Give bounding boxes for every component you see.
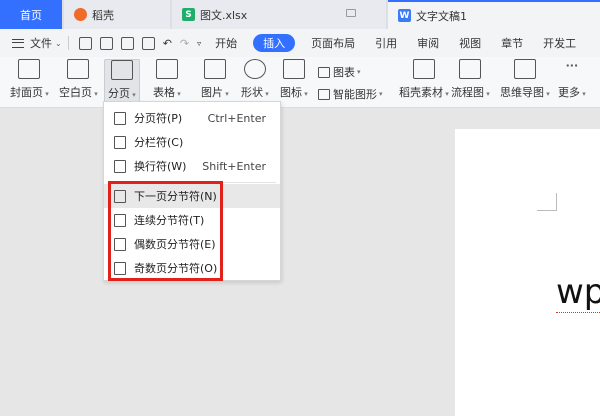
save-icon[interactable] (78, 36, 92, 50)
margin-corner-mark (537, 193, 557, 211)
menu-item-label: 换行符(W) (134, 160, 187, 173)
chevron-down-icon[interactable]: ⌄ (55, 29, 62, 57)
chart-icon (318, 66, 330, 78)
page-break-icon (110, 60, 133, 80)
tab-chapter[interactable]: 章节 (491, 29, 533, 57)
smart-graphic-button[interactable]: 智能图形 ▾ (318, 86, 383, 102)
cover-page-label: 封面页 (10, 84, 49, 100)
cover-page-button[interactable]: 封面页 (10, 59, 49, 100)
tab-review[interactable]: 审阅 (407, 29, 449, 57)
tab-xlsx[interactable]: S 图文.xlsx (172, 0, 386, 29)
tab-document[interactable]: W 文字文稿1 (388, 0, 600, 29)
menu-item-label: 分栏符(C) (134, 136, 184, 149)
line-break-icon (114, 159, 126, 173)
monitor-icon[interactable] (346, 9, 356, 17)
menu-bar: 文件 ⌄ ↶ ↷ ▿ 开始 插入 页面布局 引用 审阅 视图 章节 开发工 (0, 29, 600, 57)
document-text[interactable]: wp (556, 272, 600, 312)
blank-page-icon (67, 59, 90, 79)
picture-icon (203, 59, 226, 79)
menu-item-column-break[interactable]: 分栏符(C) (104, 130, 280, 154)
menu-item-shortcut: Ctrl+Enter (207, 111, 266, 125)
more-dots-icon: ··· (565, 59, 579, 72)
tab-home[interactable]: 首页 (0, 0, 62, 29)
redo-icon[interactable]: ↷ (180, 29, 189, 57)
menu-item-line-break[interactable]: 换行符(W) Shift+Enter (104, 154, 280, 178)
print-preview-icon[interactable] (141, 36, 155, 50)
page-break-button[interactable]: 分页 (104, 59, 140, 104)
tab-bar: 首页 稻壳 S 图文.xlsx W 文字文稿1 (0, 0, 600, 29)
daoke-material-label: 稻壳素材 (399, 84, 449, 100)
tab-developer[interactable]: 开发工 (533, 29, 586, 57)
flowchart-button[interactable]: 流程图 (451, 59, 490, 100)
undo-icon[interactable]: ↶ (163, 29, 172, 57)
menu-item-page-break[interactable]: 分页符(P) Ctrl+Enter (104, 106, 280, 130)
tab-start[interactable]: 开始 (205, 29, 247, 57)
menu-item-shortcut: Shift+Enter (202, 159, 266, 173)
flowchart-label: 流程图 (451, 84, 490, 100)
file-menu[interactable]: 文件 (30, 29, 52, 57)
shape-button[interactable]: 形状 (241, 59, 269, 100)
tab-insert[interactable]: 插入 (253, 34, 296, 52)
tab-document-label: 文字文稿1 (416, 9, 467, 23)
tab-page-layout[interactable]: 页面布局 (301, 29, 365, 57)
table-label: 表格 (153, 84, 181, 100)
shape-label: 形状 (241, 84, 269, 100)
more-chevron-icon[interactable]: ▿ (197, 29, 201, 57)
divider (67, 36, 69, 50)
highlight-box (108, 181, 223, 281)
tab-daoke-label: 稻壳 (92, 8, 114, 22)
menu-item-label: 分页符(P) (134, 112, 183, 125)
flowchart-icon (459, 59, 482, 79)
more-button[interactable]: ··· 更多 (558, 59, 586, 100)
tab-home-label: 首页 (20, 8, 42, 22)
table-button[interactable]: 表格 (153, 59, 181, 100)
blank-page-button[interactable]: 空白页 (59, 59, 98, 100)
tab-daoke[interactable]: 稻壳 (64, 0, 170, 29)
ribbon: 封面页 空白页 分页 表格 图片 形状 图标 图表▾ 智能图形▾ 稻壳素材 流程… (0, 57, 600, 108)
tab-reference[interactable]: 引用 (365, 29, 407, 57)
hamburger-icon[interactable] (12, 38, 24, 48)
format-painter-icon[interactable] (99, 36, 113, 50)
page-break-icon (114, 111, 126, 125)
icon-library-icon (282, 59, 305, 79)
spreadsheet-icon: S (182, 8, 195, 21)
mindmap-label: 思维导图 (500, 84, 550, 100)
page-break-label: 分页 (108, 85, 136, 101)
writer-icon: W (398, 9, 411, 22)
smart-graphic-icon (318, 88, 330, 100)
tab-view[interactable]: 视图 (449, 29, 491, 57)
column-break-icon (114, 135, 126, 149)
cover-page-icon (18, 59, 41, 79)
smart-graphic-label: 智能图形 (333, 88, 377, 101)
print-icon[interactable] (120, 36, 134, 50)
table-icon (155, 59, 178, 79)
icon-label: 图标 (280, 84, 308, 100)
daoke-material-icon (412, 59, 435, 79)
picture-button[interactable]: 图片 (201, 59, 229, 100)
picture-label: 图片 (201, 84, 229, 100)
icon-button[interactable]: 图标 (280, 59, 308, 100)
daoke-logo-icon (74, 8, 87, 21)
tab-xlsx-label: 图文.xlsx (200, 8, 248, 22)
mindmap-icon (513, 59, 536, 79)
spellcheck-underline (556, 311, 600, 313)
daoke-material-button[interactable]: 稻壳素材 (399, 59, 449, 100)
chart-label: 图表 (333, 66, 355, 79)
more-label: 更多 (558, 84, 586, 100)
blank-page-label: 空白页 (59, 84, 98, 100)
chart-button[interactable]: 图表 ▾ (318, 64, 361, 80)
mindmap-button[interactable]: 思维导图 (500, 59, 550, 100)
shape-icon (243, 59, 266, 79)
